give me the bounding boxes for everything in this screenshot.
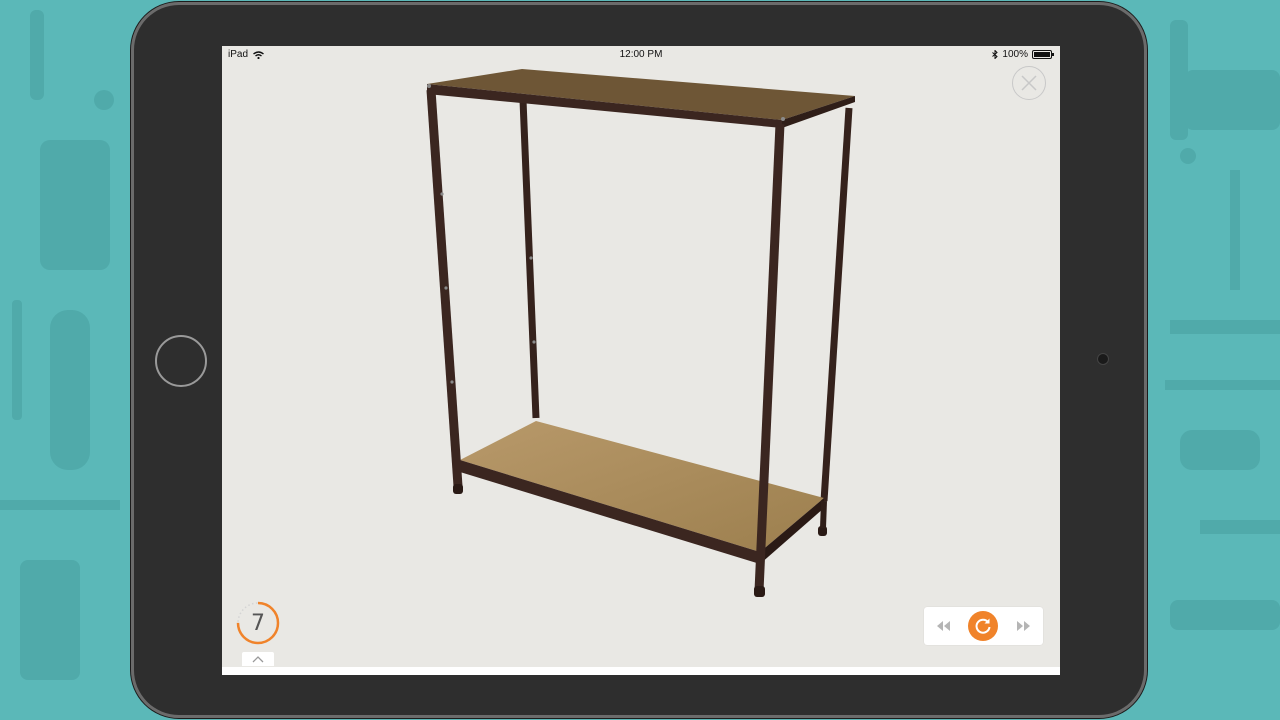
status-time: 12:00 PM — [619, 49, 663, 60]
step-number: 7 — [251, 610, 265, 636]
chevron-up-icon — [252, 655, 264, 662]
step-counter: 7 — [234, 599, 282, 647]
expand-steps-tab[interactable] — [242, 652, 274, 666]
back-left-post — [519, 99, 540, 419]
rewind-icon — [936, 621, 950, 631]
close-icon — [1021, 75, 1037, 91]
home-button[interactable] — [155, 335, 207, 387]
bottom-bar — [222, 667, 1060, 675]
back-right-post — [820, 107, 853, 502]
shelf-3d-model[interactable] — [222, 46, 1060, 675]
status-bar: iPad 12:00 PM 100% — [222, 46, 1060, 62]
close-button[interactable] — [1012, 66, 1046, 100]
app-screen: iPad 12:00 PM 100% 7 — [222, 46, 1060, 675]
rewind-button[interactable] — [931, 614, 955, 638]
front-camera — [1097, 353, 1109, 365]
replay-button[interactable] — [968, 611, 999, 641]
replay-icon — [976, 618, 991, 634]
playback-controls — [924, 607, 1043, 645]
bluetooth-icon — [992, 50, 999, 59]
fast-forward-icon — [1017, 621, 1031, 631]
battery-percent: 100% — [1002, 49, 1028, 60]
battery-icon — [1032, 50, 1054, 59]
fast-forward-button[interactable] — [1012, 614, 1036, 638]
